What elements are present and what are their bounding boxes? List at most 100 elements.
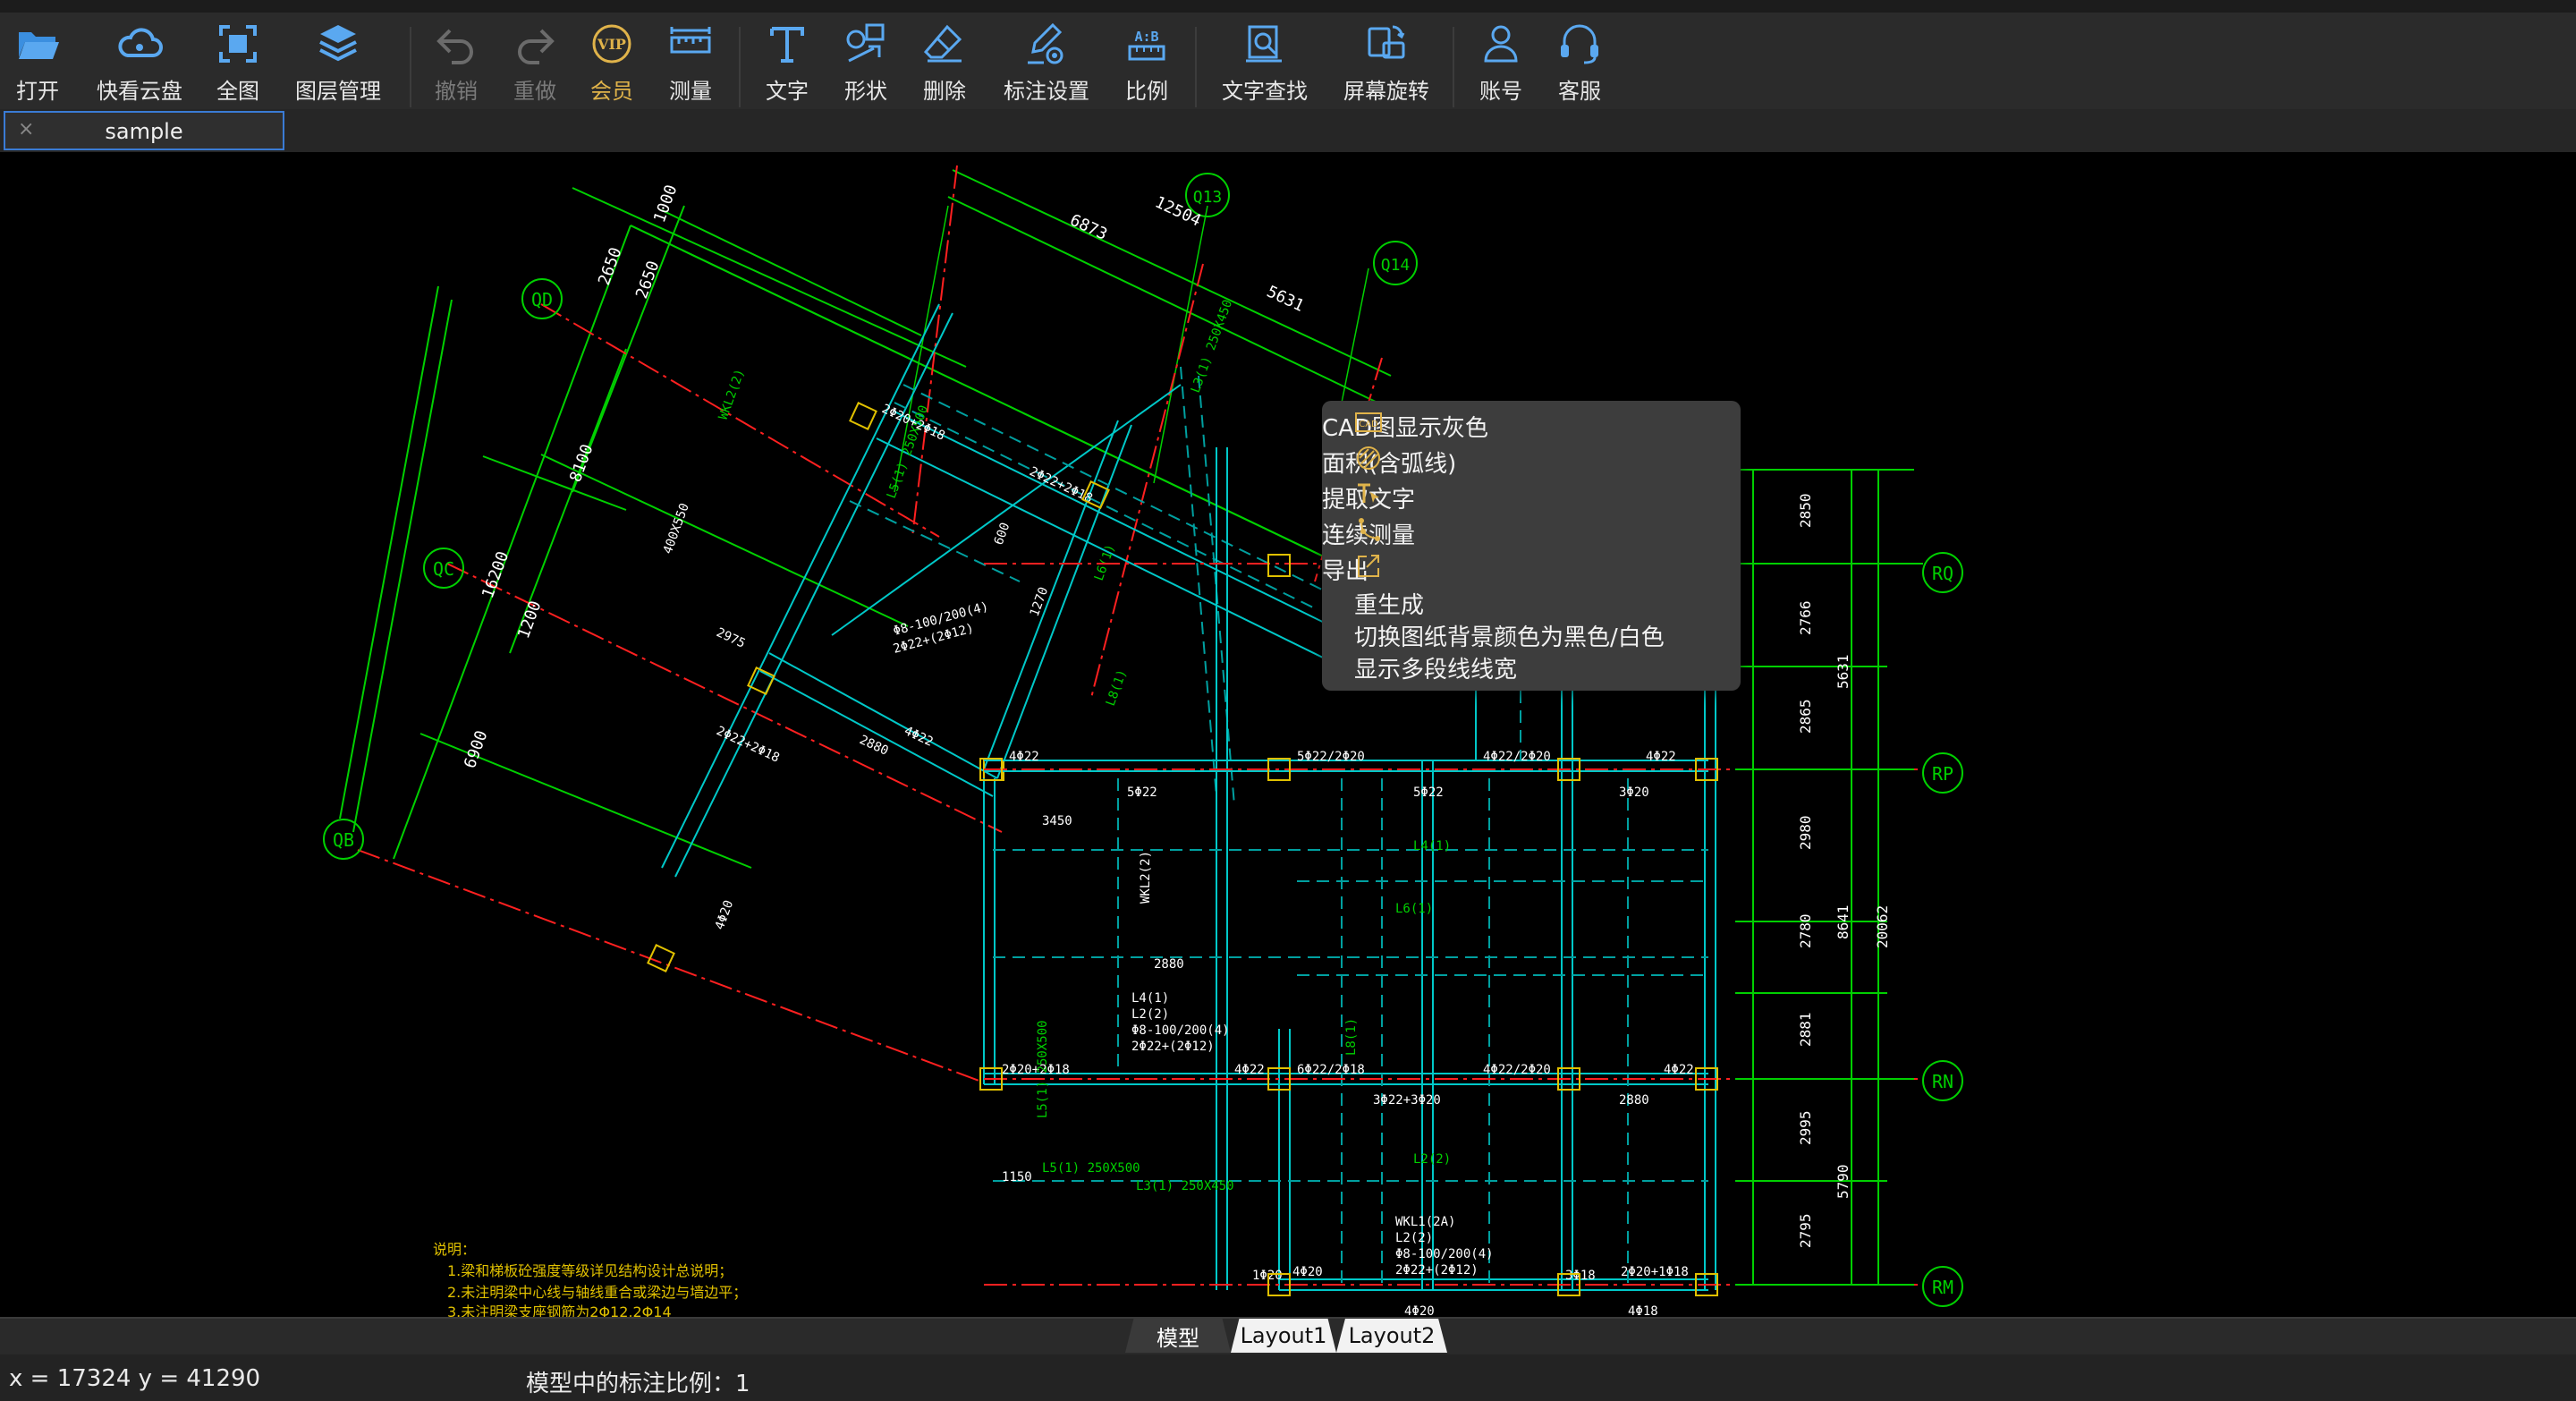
svg-text:4Φ20: 4Φ20 (713, 898, 737, 931)
svg-text:说明：: 说明： (433, 1241, 476, 1258)
svg-text:QB: QB (333, 829, 354, 851)
svg-text:L8(1): L8(1) (1344, 1018, 1359, 1056)
vip-button[interactable]: VIP 会员 (578, 13, 646, 109)
svg-text:5631: 5631 (1835, 654, 1852, 689)
text-search-icon (1246, 25, 1282, 63)
cad-drawing-canvas[interactable]: QD QC QB Q13 Q14 6873 12504 5631 1000 26… (0, 152, 2576, 1317)
layout-tab-model[interactable]: 模型 (1125, 1319, 1231, 1353)
svg-text:1150: 1150 (1002, 1170, 1032, 1184)
open-button[interactable]: 打开 (0, 13, 75, 109)
dimension-settings-button[interactable]: 标注设置 (995, 13, 1098, 109)
svg-text:3450: 3450 (1042, 814, 1072, 828)
svg-text:2Φ22+(2Φ12): 2Φ22+(2Φ12) (1131, 1040, 1215, 1054)
text-search-button[interactable]: 文字查找 (1213, 13, 1317, 109)
eraser-icon (923, 24, 962, 63)
svg-text:L3(1) 250X450: L3(1) 250X450 (1136, 1179, 1234, 1193)
svg-text:Φ8-100/200(4): Φ8-100/200(4) (1395, 1247, 1494, 1261)
svg-text:6900: 6900 (461, 728, 492, 771)
svg-text:L2(2): L2(2) (1413, 1152, 1451, 1167)
cloud-icon (118, 28, 163, 57)
svg-text:L4(1): L4(1) (1413, 839, 1451, 853)
svg-text:QD: QD (531, 289, 553, 310)
svg-text:4Φ22: 4Φ22 (1009, 750, 1039, 764)
svg-text:1Φ20: 1Φ20 (1252, 1269, 1283, 1283)
undo-button[interactable]: 撤销 (422, 13, 490, 109)
vip-icon: VIP (592, 24, 631, 64)
svg-text:5790: 5790 (1835, 1164, 1852, 1199)
layers-icon (319, 25, 357, 62)
menu-item-toggle-background[interactable]: 切换图纸背景颜色为黑色/白色 (1322, 619, 1741, 651)
menu-item-polyline-width[interactable]: 显示多段线线宽 (1322, 651, 1741, 684)
layout-tab-layout2[interactable]: Layout2 (1336, 1319, 1447, 1353)
axis-bubble-rn: RN (1922, 1060, 1963, 1101)
redo-button[interactable]: 重做 (501, 13, 569, 109)
svg-text:8641: 8641 (1835, 904, 1852, 939)
svg-text:RQ: RQ (1932, 563, 1953, 584)
svg-text:4Φ22: 4Φ22 (1664, 1063, 1694, 1077)
svg-text:2850: 2850 (1797, 493, 1814, 528)
screen-rotate-icon (1368, 25, 1405, 59)
svg-text:L8(1): L8(1) (1104, 667, 1130, 708)
cursor-coordinates: x = 17324 y = 41290 (9, 1365, 261, 1392)
svg-text:RM: RM (1932, 1277, 1953, 1298)
menu-item-regenerate[interactable]: 重生成 (1322, 587, 1741, 619)
document-tab-title: sample (105, 119, 183, 144)
svg-text:WKL1(2A): WKL1(2A) (1395, 1215, 1455, 1229)
svg-text:4Φ18: 4Φ18 (1628, 1304, 1658, 1317)
measure-button[interactable]: 测量 (657, 13, 724, 109)
cad-drawing: QD QC QB Q13 Q14 6873 12504 5631 1000 26… (323, 165, 1963, 1317)
customer-service-button[interactable]: 客服 (1546, 13, 1614, 109)
svg-text:5631: 5631 (1264, 282, 1307, 315)
toolbar-separator (410, 27, 411, 107)
menu-item-export[interactable]: 导出 (1322, 551, 1741, 587)
screen-rotate-button[interactable]: 屏幕旋转 (1336, 13, 1436, 109)
ratio-icon: A:B (1128, 29, 1165, 61)
menu-item-cad-gray[interactable]: CAD CAD图显示灰色 (1322, 408, 1741, 444)
erase-button[interactable]: 删除 (911, 13, 979, 109)
area-hatch-icon (1357, 446, 1380, 470)
svg-text:L4(1): L4(1) (1131, 991, 1169, 1006)
ratio-button[interactable]: A:B 比例 (1113, 13, 1181, 109)
svg-text:2650: 2650 (595, 245, 626, 288)
svg-text:A:B: A:B (1134, 29, 1158, 45)
svg-text:2780: 2780 (1797, 913, 1814, 948)
svg-text:RN: RN (1932, 1071, 1953, 1092)
context-menu: CAD CAD图显示灰色 面积(含弧线) 提取文字 连续测量 导出 重生成 切换… (1322, 401, 1741, 691)
shape-button[interactable]: 形状 (832, 13, 900, 109)
svg-text:6Φ22/2Φ18: 6Φ22/2Φ18 (1297, 1063, 1365, 1077)
svg-text:2880: 2880 (1619, 1093, 1649, 1108)
fit-view-button[interactable]: 全图 (204, 13, 272, 109)
cloud-button[interactable]: 快看云盘 (86, 13, 193, 109)
folder-open-icon (19, 32, 59, 59)
svg-text:Q14: Q14 (1381, 256, 1411, 275)
pen-gear-icon (1028, 22, 1063, 64)
svg-text:400X550: 400X550 (661, 501, 692, 556)
svg-text:4Φ22: 4Φ22 (1646, 750, 1676, 764)
svg-text:2Φ22+(2Φ12): 2Φ22+(2Φ12) (1395, 1263, 1479, 1278)
menu-item-continuous-measure[interactable]: 连续测量 (1322, 515, 1741, 551)
layout-tab-layout1[interactable]: Layout1 (1231, 1319, 1336, 1353)
svg-text:5Φ22/2Φ20: 5Φ22/2Φ20 (1297, 750, 1365, 764)
svg-text:Q13: Q13 (1193, 188, 1223, 207)
svg-text:RP: RP (1932, 763, 1953, 785)
menu-item-extract-text[interactable]: 提取文字 (1322, 480, 1741, 515)
svg-text:1200: 1200 (514, 599, 546, 641)
svg-text:2795: 2795 (1797, 1213, 1814, 1248)
svg-text:2650: 2650 (632, 259, 664, 301)
layers-button[interactable]: 图层管理 (283, 13, 394, 109)
axis-bubble-rm: RM (1922, 1266, 1963, 1307)
svg-text:2881: 2881 (1797, 1012, 1814, 1047)
svg-text:6873: 6873 (1067, 210, 1110, 243)
svg-text:L6(1): L6(1) (1395, 902, 1433, 916)
account-button[interactable]: 账号 (1467, 13, 1535, 109)
svg-text:2.未注明梁中心线与轴线重合或梁边与墙边平；: 2.未注明梁中心线与轴线重合或梁边与墙边平； (447, 1284, 747, 1301)
document-tab-bar (0, 109, 2576, 152)
menu-item-area[interactable]: 面积(含弧线) (1322, 444, 1741, 480)
svg-text:4Φ20: 4Φ20 (1292, 1265, 1323, 1279)
svg-text:3Φ20: 3Φ20 (1619, 785, 1649, 800)
svg-text:L5(1) 250X500: L5(1) 250X500 (1042, 1161, 1140, 1176)
document-tab-sample[interactable]: × sample (4, 111, 284, 150)
text-tool-button[interactable]: 文字 (753, 13, 821, 109)
svg-text:4Φ22: 4Φ22 (1234, 1063, 1265, 1077)
headset-icon (1561, 24, 1598, 64)
